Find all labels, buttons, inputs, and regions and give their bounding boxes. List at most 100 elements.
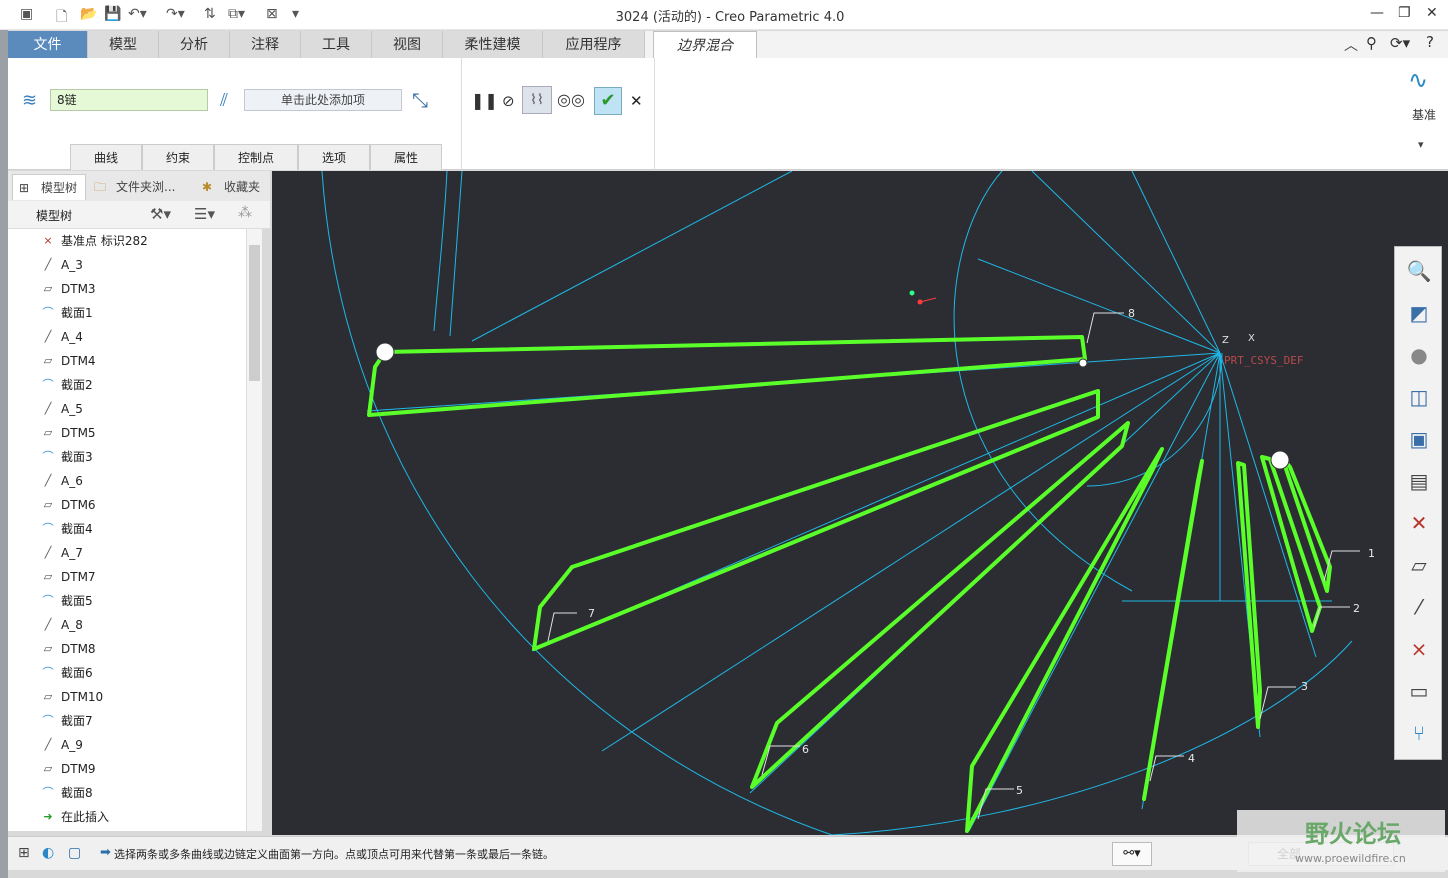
- tree-item[interactable]: ╱ A_4: [8, 325, 246, 349]
- windows-icon[interactable]: ⧉▾: [228, 6, 245, 22]
- close-window-icon[interactable]: ⊠: [266, 6, 278, 22]
- subtab-options[interactable]: 选项: [298, 144, 370, 170]
- datum-curve-icon[interactable]: ∿: [1408, 66, 1428, 94]
- tree-item[interactable]: ⌒ 截面7: [8, 709, 246, 733]
- tab-applications[interactable]: 应用程序: [543, 31, 645, 59]
- subtab-curves[interactable]: 曲线: [70, 144, 142, 170]
- redo-icon[interactable]: ↷▾: [166, 6, 185, 22]
- tree-settings-icon[interactable]: ⚒▾: [150, 205, 171, 223]
- tab-favorites[interactable]: ✱ 收藏夹: [196, 174, 268, 200]
- tree-item[interactable]: ╱ A_7: [8, 541, 246, 565]
- tab-view[interactable]: 视图: [372, 31, 443, 59]
- axis-display-icon[interactable]: ⁄: [1399, 589, 1439, 625]
- chain-end-handle[interactable]: [1270, 450, 1290, 470]
- tree-item[interactable]: × 基准点 标识282: [8, 229, 246, 253]
- tab-flexible-modeling[interactable]: 柔性建模: [443, 31, 543, 59]
- navigator-toggle-icon[interactable]: ⊞: [18, 845, 30, 861]
- full-screen-icon[interactable]: ▢: [68, 845, 81, 861]
- chain-6[interactable]: [750, 421, 1130, 789]
- customize-toolbar-icon[interactable]: ▾: [292, 6, 299, 22]
- restore-icon[interactable]: ❐: [1398, 5, 1411, 21]
- tree-item[interactable]: ╱ A_6: [8, 469, 246, 493]
- collapse-ribbon-icon[interactable]: ︿: [1344, 35, 1358, 55]
- find-icon[interactable]: ⚯▾: [1112, 842, 1152, 866]
- plane-display-icon[interactable]: ▱: [1399, 547, 1439, 583]
- undo-icon[interactable]: ↶▾: [128, 6, 147, 22]
- saved-orientations-icon[interactable]: ◫: [1399, 379, 1439, 415]
- new-file-icon[interactable]: 🗋: [56, 6, 67, 30]
- tree-item[interactable]: ▱ DTM9: [8, 757, 246, 781]
- tree-item[interactable]: ⌒ 截面1: [8, 301, 246, 325]
- tab-annotate[interactable]: 注释: [230, 31, 301, 59]
- tree-item[interactable]: ⌒ 截面5: [8, 589, 246, 613]
- pause-icon[interactable]: ❚❚: [471, 91, 498, 110]
- scrollbar-thumb[interactable]: [249, 245, 260, 381]
- view-manager-icon[interactable]: ▣: [1399, 421, 1439, 457]
- search-icon[interactable]: ⚲: [1366, 34, 1377, 52]
- tree-item[interactable]: ╱ A_8: [8, 613, 246, 637]
- display-style-icon[interactable]: ●: [1399, 337, 1439, 373]
- approximate-blend-icon[interactable]: ⤡: [412, 88, 428, 112]
- app-icon[interactable]: ▣: [20, 6, 33, 22]
- chain-3[interactable]: [1236, 461, 1262, 729]
- drag-handles[interactable]: [375, 342, 1290, 470]
- filter-icon[interactable]: ⁂: [238, 205, 252, 221]
- subtab-properties[interactable]: 属性: [370, 144, 442, 170]
- browser-toggle-icon[interactable]: ◐: [42, 845, 54, 861]
- tab-analysis[interactable]: 分析: [159, 31, 230, 59]
- boundary-chains[interactable]: [367, 335, 1332, 833]
- second-direction-field[interactable]: 单击此处添加项: [244, 89, 402, 111]
- vertex-handle[interactable]: [1078, 358, 1088, 368]
- no-preview-icon[interactable]: ⊘: [502, 92, 515, 110]
- tree-item[interactable]: ╱ A_9: [8, 733, 246, 757]
- tree-item[interactable]: ⌒ 截面6: [8, 661, 246, 685]
- tree-item[interactable]: ▱ DTM5: [8, 421, 246, 445]
- tree-item[interactable]: ╱ A_3: [8, 253, 246, 277]
- tab-model-tree[interactable]: ⊞ 模型树: [12, 174, 86, 200]
- model-geometry[interactable]: 1 2 3 4 5 6 7 8 PRT_CSYS_DEF Z X: [272, 171, 1448, 835]
- close-icon[interactable]: ✕: [1426, 5, 1438, 21]
- csys-display-icon[interactable]: ▭: [1399, 673, 1439, 709]
- subtab-control-points[interactable]: 控制点: [214, 144, 298, 170]
- regenerate-icon[interactable]: ⇅: [204, 6, 216, 22]
- datum-dropdown-icon[interactable]: ▾: [1418, 138, 1424, 151]
- open-file-icon[interactable]: 📂: [80, 6, 97, 22]
- tree-item[interactable]: ▱ DTM7: [8, 565, 246, 589]
- tree-item[interactable]: ╱ A_5: [8, 397, 246, 421]
- first-direction-field[interactable]: 8链: [50, 89, 208, 111]
- chain-start-handle[interactable]: [375, 342, 395, 362]
- tree-item[interactable]: ➜ 在此插入: [8, 805, 246, 829]
- help-icon[interactable]: ?: [1426, 33, 1434, 51]
- cancel-close-icon[interactable]: ✕: [630, 92, 643, 110]
- tree-item[interactable]: ▱ DTM3: [8, 277, 246, 301]
- tab-model[interactable]: 模型: [88, 31, 159, 59]
- tab-boundary-blend[interactable]: 边界混合: [653, 31, 757, 59]
- tree-item[interactable]: ▱ DTM4: [8, 349, 246, 373]
- tree-item[interactable]: ⌒ 截面2: [8, 373, 246, 397]
- confirm-check-icon[interactable]: ✔: [594, 87, 622, 115]
- tree-item[interactable]: ⌒ 截面4: [8, 517, 246, 541]
- zoom-icon[interactable]: 🔍: [1399, 253, 1439, 289]
- subtab-constraints[interactable]: 约束: [142, 144, 214, 170]
- tab-folder-browser[interactable]: 🗀 文件夹浏...: [88, 174, 192, 200]
- chain-4[interactable]: [1142, 459, 1204, 801]
- minimize-icon[interactable]: —: [1370, 5, 1384, 21]
- tree-item[interactable]: ⌒ 截面8: [8, 781, 246, 805]
- preview-geometry-icon[interactable]: ⌇⌇: [522, 86, 552, 114]
- tab-tools[interactable]: 工具: [301, 31, 372, 59]
- save-icon[interactable]: 💾: [104, 6, 121, 22]
- point-display-icon[interactable]: ⨯: [1399, 631, 1439, 667]
- tree-item[interactable]: ▱ DTM10: [8, 685, 246, 709]
- community-icon[interactable]: ⟳▾: [1390, 34, 1410, 52]
- spin-center-icon[interactable]: ⑂: [1399, 715, 1439, 751]
- tree-item[interactable]: ▱ DTM8: [8, 637, 246, 661]
- tab-file[interactable]: 文件: [8, 31, 88, 59]
- datum-display-icon[interactable]: ✕: [1399, 505, 1439, 541]
- annotation-display-icon[interactable]: ▤: [1399, 463, 1439, 499]
- show-options-icon[interactable]: ☰▾: [194, 205, 215, 223]
- tree-scrollbar[interactable]: [246, 229, 262, 831]
- graphics-window[interactable]: 1 2 3 4 5 6 7 8 PRT_CSYS_DEF Z X: [272, 171, 1448, 835]
- tree-item[interactable]: ▱ DTM6: [8, 493, 246, 517]
- sketch-view-icon[interactable]: ◩: [1399, 295, 1439, 331]
- tree-item[interactable]: ⌒ 截面3: [8, 445, 246, 469]
